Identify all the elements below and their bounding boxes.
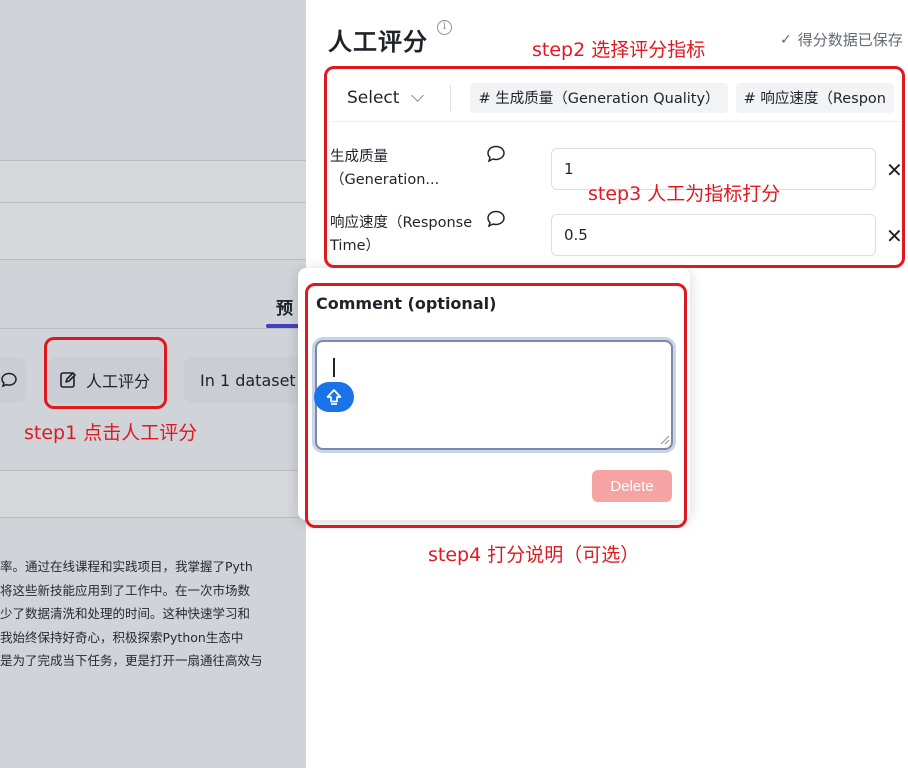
manual-score-label: 人工评分 [86,372,151,391]
remove-metric-icon[interactable]: ✕ [886,224,903,248]
metric-label-line: 生成质量 [330,149,388,165]
step2-note: step2 选择评分指标 [532,39,706,61]
up-arrow-icon [326,389,342,405]
divider [0,517,306,518]
divider [0,160,306,161]
text-cursor [333,358,335,377]
tab-preview[interactable]: 预 [276,294,293,319]
metric-label: 生成质量 （Generation... [330,146,480,192]
panel-title: 人工评分 [328,28,428,56]
comment-textarea[interactable] [315,340,673,450]
form-row [0,203,306,259]
manual-score-button[interactable]: 人工评分 [48,357,164,403]
background-app: 预 人工评分 In 1 dataset 率。通过在线课程和实践项目，我掌握了Py… [0,0,306,768]
divider [449,84,451,111]
step1-note: step1 点击人工评分 [24,422,198,444]
divider [0,328,306,329]
info-icon[interactable]: i [437,20,452,35]
text-line: 我始终保持好奇心，积极探索Python生态中 [0,629,244,645]
save-status-text: 得分数据已保存 [797,31,903,49]
text-line: 少了数据清洗和处理的时间。这种快速学习和 [0,606,251,621]
select-label: Select [347,87,400,108]
metric-select-dropdown[interactable]: Select [332,88,450,108]
dataset-button[interactable]: In 1 dataset [184,357,306,403]
divider [0,259,306,260]
metric-select-bar: Select # 生成质量（Generation Quality） # 响应速度… [332,74,902,122]
form-row [0,471,306,517]
chevron-down-icon [411,88,425,102]
metric-label-line: （Generation... [330,172,440,188]
metric-label: 响应速度（Response Time） [330,212,480,258]
step4-note: step4 打分说明（可选） [428,544,640,566]
save-status: ✓ 得分数据已保存 [780,29,903,50]
edit-icon [60,372,76,388]
check-icon: ✓ [780,31,792,48]
comment-popover: Comment (optional) Delete [298,268,690,520]
comment-bubble-icon[interactable] [486,210,506,228]
metric-label-line: Time） [330,238,380,254]
response-text: 率。通过在线课程和实践项目，我掌握了Pyth 将这些新技能应用到了工作中。在一次… [0,555,306,673]
resize-grip-icon[interactable] [660,435,670,445]
selected-metric-tag[interactable]: # 响应速度（Respon [735,82,894,113]
comment-button[interactable] [0,357,26,403]
metric-label-line: 响应速度（Response [330,215,473,231]
text-line: 率。通过在线课程和实践项目，我掌握了Pyth [0,559,253,574]
text-line: 是为了完成当下任务，更是打开一扇通往高效与 [0,653,263,668]
dataset-label: In 1 dataset [200,370,296,390]
selected-metric-tag[interactable]: # 生成质量（Generation Quality） [470,82,728,113]
step3-note: step3 人工为指标打分 [588,183,781,205]
keyboard-shift-icon[interactable] [314,382,354,412]
comment-bubble-icon[interactable] [486,145,506,163]
form-row [0,160,306,202]
text-line: 将这些新技能应用到了工作中。在一次市场数 [0,582,251,598]
comment-title: Comment (optional) [316,294,497,313]
comment-icon [1,372,17,388]
remove-metric-icon[interactable]: ✕ [886,158,903,182]
delete-button[interactable]: Delete [592,470,672,502]
score-input[interactable] [551,214,876,256]
